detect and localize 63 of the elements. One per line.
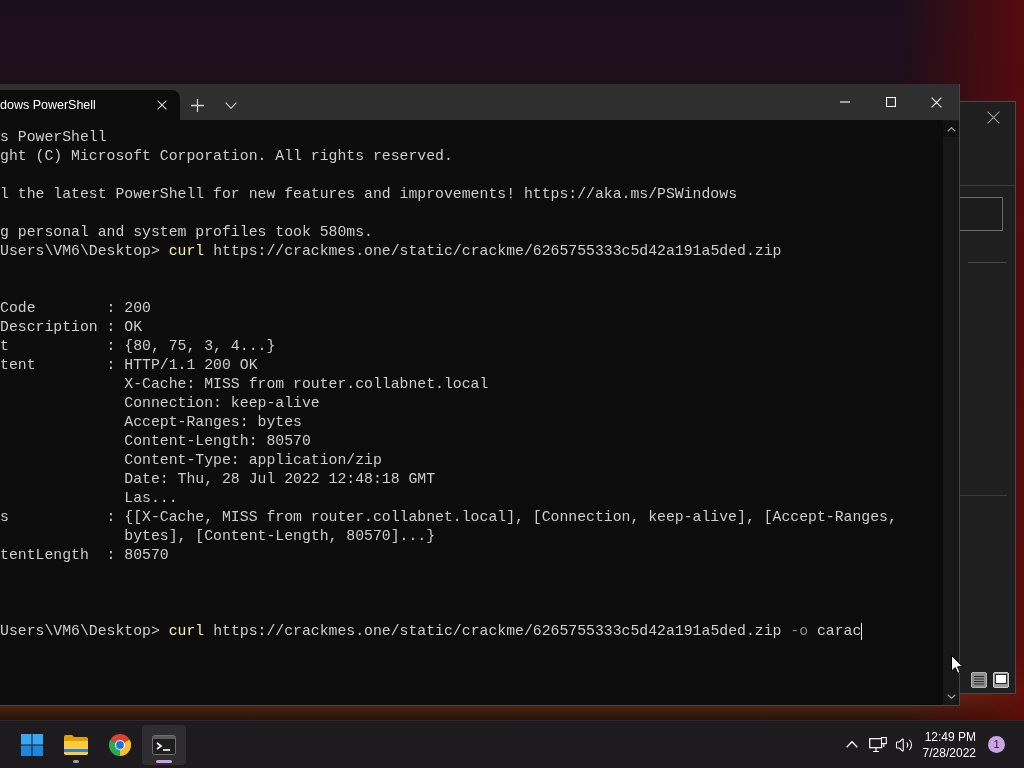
property-name: tentLength bbox=[0, 546, 89, 565]
close-icon bbox=[157, 100, 167, 110]
output-text: g personal and system profiles took 580ms. bbox=[0, 223, 373, 242]
property-value: Las... bbox=[124, 489, 178, 508]
scroll-up-button[interactable] bbox=[943, 121, 959, 137]
separator-text: : bbox=[106, 299, 116, 318]
four-squares-icon bbox=[21, 733, 43, 756]
command-text: curl bbox=[168, 622, 205, 641]
output-text: s PowerShell bbox=[0, 128, 107, 147]
chevron-down-icon bbox=[946, 693, 956, 699]
property-name: t bbox=[0, 337, 9, 356]
chevron-up-icon bbox=[946, 126, 956, 132]
browser-icon bbox=[109, 733, 131, 756]
terminal-tab[interactable]: dows PowerShell bbox=[0, 90, 180, 120]
separator-text: : bbox=[106, 546, 116, 565]
property-value: 80570 bbox=[124, 546, 169, 565]
list-view-icon[interactable] bbox=[971, 672, 987, 688]
maximize-icon bbox=[886, 97, 896, 107]
separator-text: : bbox=[106, 318, 116, 337]
argument-text: https://crackmes.one/static/crackme/6265755333c5d42a191a5ded.zip bbox=[213, 622, 782, 641]
close-icon bbox=[931, 96, 942, 108]
notification-count[interactable]: 1 bbox=[988, 736, 1005, 753]
property-value: {80, 75, 3, 4...} bbox=[124, 337, 276, 356]
clock[interactable]: 12:49 PM 7/28/2022 bbox=[922, 728, 976, 761]
volume-icon[interactable] bbox=[894, 735, 913, 754]
property-name: Description bbox=[0, 318, 98, 337]
chevron-up-icon bbox=[845, 741, 858, 748]
close-button[interactable] bbox=[986, 110, 1001, 125]
terminal-app-button[interactable] bbox=[142, 724, 186, 765]
property-value: bytes], [Content-Length, 80570]...} bbox=[124, 527, 436, 546]
output-text: ght (C) Microsoft Corporation. All rights reserved. bbox=[0, 147, 453, 166]
property-value: Date: Thu, 28 Jul 2022 12:48:18 GMT bbox=[124, 470, 436, 489]
property-value: 200 bbox=[124, 299, 151, 318]
property-value: Accept-Ranges: bytes bbox=[124, 413, 302, 432]
property-name: Code bbox=[0, 299, 36, 318]
minimize-icon bbox=[840, 101, 850, 103]
argument-text: https://crackmes.one/static/crackme/6265755333c5d42a191a5ded.zip bbox=[213, 242, 782, 261]
property-value: X-Cache: MISS from router.collabnet.local bbox=[124, 375, 489, 394]
property-value: {[X-Cache, MISS from router.collabnet.local], [Connection, keep-alive], [Accept-Ranges, bbox=[124, 508, 897, 527]
output-text: l the latest PowerShell for new features and improvements! https://aka.ms/PSWindows bbox=[0, 185, 737, 204]
plus-icon bbox=[190, 98, 204, 112]
command-text: curl bbox=[168, 242, 205, 261]
property-value: Content-Length: 80570 bbox=[124, 432, 311, 451]
property-name: tent bbox=[0, 356, 36, 375]
network-icon[interactable] bbox=[868, 736, 887, 753]
separator-text: : bbox=[106, 508, 116, 527]
close-icon bbox=[987, 111, 1000, 124]
property-value: HTTP/1.1 200 OK bbox=[124, 356, 258, 375]
separator-text: : bbox=[106, 337, 116, 356]
terminal-icon bbox=[152, 734, 176, 755]
prompt-text: Users\VM6\Desktop> bbox=[0, 242, 160, 261]
property-name: s bbox=[0, 508, 9, 527]
chevron-down-icon bbox=[225, 101, 237, 109]
property-value: Connection: keep-alive bbox=[124, 394, 320, 413]
property-value: Content-Type: application/zip bbox=[124, 451, 382, 470]
argument-text: carac bbox=[816, 622, 862, 641]
property-value: OK bbox=[124, 318, 143, 337]
folder-icon bbox=[64, 734, 88, 755]
parameter-text: -o bbox=[790, 622, 809, 641]
prompt-text: Users\VM6\Desktop> bbox=[0, 622, 160, 641]
input-field[interactable] bbox=[960, 197, 1003, 231]
window-view-icon[interactable] bbox=[993, 672, 1009, 688]
separator-text: : bbox=[106, 356, 116, 375]
